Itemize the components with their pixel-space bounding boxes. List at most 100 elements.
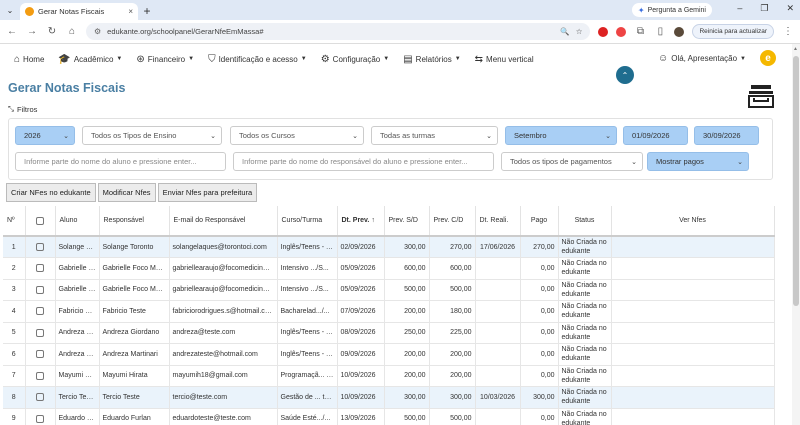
user-menu[interactable]: ☺ Olá, Apresentação ▼ — [658, 53, 746, 64]
cell-checkbox[interactable] — [25, 236, 56, 258]
table-row[interactable]: 6 Andreza Martinari Andreza Martinari an… — [3, 343, 775, 366]
row-checkbox[interactable] — [36, 350, 44, 359]
zoom-icon[interactable]: 🔍 — [560, 27, 569, 36]
table-row[interactable]: 7 Mayumi Hirata Mayumi Hirata mayumih18@… — [3, 365, 775, 387]
scroll-up-icon[interactable]: ▲ — [793, 46, 798, 52]
adblock-extension-icon[interactable] — [598, 26, 609, 37]
header-responsavel[interactable]: Responsável — [99, 206, 170, 237]
header-curso[interactable]: Curso/Turma — [277, 206, 338, 237]
tab-close-icon[interactable]: × — [128, 7, 133, 16]
browser-tab[interactable]: Gerar Notas Fiscais × — [20, 3, 138, 20]
header-email[interactable]: E-mail do Responsável — [169, 206, 278, 237]
row-checkbox[interactable] — [36, 371, 44, 380]
opera-extension-icon[interactable] — [616, 26, 627, 37]
page-scrollbar[interactable]: ▲ — [792, 44, 800, 425]
row-checkbox[interactable] — [36, 328, 44, 337]
table-row[interactable]: 9 Eduardo Furlan Eduardo Furlan eduardot… — [3, 408, 775, 425]
header-prev-sd[interactable]: Prev. S/D — [384, 206, 430, 237]
table-row[interactable]: 2 Gabrielle Foco Medicina Gabrielle Foco… — [3, 257, 775, 280]
row-checkbox[interactable] — [36, 307, 44, 316]
home-icon[interactable]: ⌂ — [66, 26, 78, 37]
select-all-checkbox[interactable] — [36, 216, 44, 225]
filters-toggle[interactable]: ⤡ Filtros — [8, 104, 37, 114]
tab-search-icon[interactable]: ⌄ — [0, 0, 20, 20]
table-row[interactable]: 4 Fabricio Teste Fabricio Teste fabricio… — [3, 300, 775, 323]
close-window-icon[interactable]: ✕ — [786, 3, 794, 14]
cell-ver-nfes[interactable] — [611, 386, 775, 409]
archive-tray-icon[interactable] — [748, 84, 774, 108]
row-checkbox[interactable] — [36, 393, 44, 402]
collapse-menu-button[interactable]: ⌃ — [616, 66, 634, 84]
bookmark-star-icon[interactable]: ☆ — [576, 27, 583, 36]
table-row[interactable]: 1 Solange Toronto Solange Toronto solang… — [3, 236, 775, 258]
cell-ver-nfes[interactable] — [611, 279, 775, 301]
nav-academico[interactable]: 🎓 Acadêmico ▼ — [58, 54, 122, 65]
reload-icon[interactable]: ↻ — [46, 26, 58, 37]
nav-home[interactable]: ⌂ Home — [14, 54, 44, 65]
back-icon[interactable]: ← — [6, 26, 18, 37]
row-checkbox[interactable] — [36, 414, 44, 423]
table-row[interactable]: 5 Andreza Giordano Andreza Giordano andr… — [3, 322, 775, 344]
split-view-icon[interactable]: ▯ — [654, 26, 666, 37]
nav-menu-vertical[interactable]: ⇆ Menu vertical — [475, 54, 534, 65]
browser-menu-icon[interactable]: ⋮ — [782, 26, 794, 37]
cell-ver-nfes[interactable] — [611, 257, 775, 280]
profile-avatar[interactable] — [674, 26, 685, 37]
header-ver-nfes[interactable]: Ver Nfes — [611, 206, 775, 237]
header-prev-cd[interactable]: Prev. C/D — [429, 206, 476, 237]
header-n[interactable]: Nº — [3, 206, 26, 237]
forward-icon[interactable]: → — [26, 26, 38, 37]
maximize-icon[interactable]: ❐ — [760, 3, 768, 14]
gemini-button[interactable]: ✦ Pergunta a Gemini — [631, 3, 712, 17]
nav-financeiro[interactable]: ⊛ Financeiro ▼ — [136, 54, 194, 65]
header-dt-reali[interactable]: Dt. Reali. — [475, 206, 521, 237]
cell-ver-nfes[interactable] — [611, 322, 775, 344]
cell-checkbox[interactable] — [25, 322, 56, 344]
header-status[interactable]: Status — [558, 206, 612, 237]
extensions-puzzle-icon[interactable]: ⧉ — [634, 26, 646, 37]
ensino-select[interactable]: Todos os Tipos de Ensino ⌄ — [82, 126, 222, 145]
cell-checkbox[interactable] — [25, 279, 56, 301]
nav-configuracao[interactable]: ⚙ Configuração ▼ — [321, 54, 390, 65]
cell-checkbox[interactable] — [25, 257, 56, 280]
criar-nfes-button[interactable]: Criar NFes no edukante — [6, 183, 96, 202]
row-checkbox[interactable] — [36, 285, 44, 294]
cursos-select[interactable]: Todos os Cursos ⌄ — [230, 126, 364, 145]
cell-checkbox[interactable] — [25, 386, 56, 409]
cell-checkbox[interactable] — [25, 365, 56, 387]
scrollbar-thumb[interactable] — [793, 56, 799, 306]
cell-ver-nfes[interactable] — [611, 365, 775, 387]
cell-checkbox[interactable] — [25, 343, 56, 366]
header-aluno[interactable]: Aluno — [55, 206, 100, 237]
cell-ver-nfes[interactable] — [611, 236, 775, 258]
enviar-nfes-button[interactable]: Enviar Nfes para prefeitura — [157, 183, 258, 202]
cell-ver-nfes[interactable] — [611, 300, 775, 323]
modificar-nfes-button[interactable]: Modificar Nfes — [97, 183, 156, 202]
nav-identificacao[interactable]: ⛉ Identificação e acesso ▼ — [208, 54, 307, 65]
date-from-field[interactable]: 01/09/2026 — [623, 126, 688, 145]
year-select[interactable]: 2026 ⌄ — [15, 126, 75, 145]
table-row[interactable]: 8 Tercio Teste Tercio Teste tercio@teste… — [3, 386, 775, 409]
site-info-icon[interactable]: ⚙ — [94, 27, 101, 36]
nav-relatorios[interactable]: ▤ Relatórios ▼ — [403, 54, 460, 65]
cell-ver-nfes[interactable] — [611, 343, 775, 366]
table-row[interactable]: 3 Gabrielle Foco Medicina Gabrielle Foco… — [3, 279, 775, 301]
header-select-all[interactable] — [25, 206, 56, 237]
date-to-field[interactable]: 30/09/2026 — [694, 126, 759, 145]
minimize-icon[interactable]: – — [737, 3, 742, 14]
month-select[interactable]: Setembro ⌄ — [505, 126, 617, 145]
header-dt-prev[interactable]: Dt. Prev. ↑ — [337, 206, 385, 237]
pagamentos-select[interactable]: Todos os tipos de pagamentos ⌄ — [501, 152, 643, 171]
row-checkbox[interactable] — [36, 264, 44, 273]
aluno-search-input[interactable]: Informe parte do nome do aluno e pressio… — [15, 152, 226, 171]
cell-ver-nfes[interactable] — [611, 408, 775, 425]
row-checkbox[interactable] — [36, 243, 44, 251]
turmas-select[interactable]: Todas as turmas ⌄ — [371, 126, 498, 145]
url-field[interactable]: ⚙ edukante.org/schoolpanel/GerarNfeEmMas… — [86, 23, 591, 40]
mostrar-select[interactable]: Mostrar pagos ⌄ — [647, 152, 749, 171]
responsavel-search-input[interactable]: Informe parte do nome do responsável do … — [233, 152, 494, 171]
update-button[interactable]: Reinicia para actualizar — [692, 24, 774, 39]
header-pago[interactable]: Pago — [520, 206, 559, 237]
cell-checkbox[interactable] — [25, 300, 56, 323]
cell-checkbox[interactable] — [25, 408, 56, 425]
